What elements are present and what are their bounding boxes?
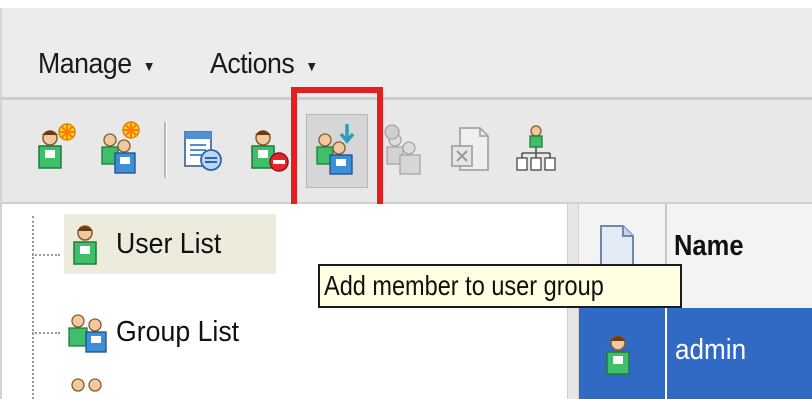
group-icon [68, 314, 107, 353]
menu-manage[interactable]: Manage ▼ [38, 44, 155, 84]
tree-item-label: User List [116, 227, 222, 260]
menu-actions[interactable]: Actions ▼ [210, 44, 318, 84]
hierarchy-icon [516, 125, 556, 171]
properties-button[interactable] [180, 118, 224, 178]
toolbar-separator [164, 122, 167, 178]
menu-manage-label: Manage [38, 47, 132, 80]
add-group-button[interactable] [99, 118, 143, 178]
cell-name: admin [675, 334, 747, 366]
hierarchy-button[interactable] [514, 118, 558, 178]
tooltip: Add member to user group [318, 264, 682, 308]
tree-item-user-list[interactable]: User List [64, 214, 276, 274]
delete-user-button[interactable] [248, 118, 292, 178]
remove-member-button[interactable] [382, 118, 426, 178]
group-add-icon [101, 121, 140, 174]
tree-connector [32, 254, 60, 256]
highlight-box [291, 87, 383, 210]
tree-connector [32, 332, 60, 334]
top-strip [0, 0, 812, 8]
column-separator [665, 308, 667, 399]
export-document-icon [451, 127, 489, 171]
chevron-down-icon: ▼ [305, 58, 318, 74]
chevron-down-icon: ▼ [142, 58, 156, 74]
menu-bar: Manage ▼ Actions ▼ [0, 8, 812, 100]
tree-connector [32, 216, 34, 399]
column-header-name[interactable]: Name [674, 230, 744, 263]
properties-icon [184, 131, 222, 171]
tree-item-label: Group List [116, 315, 240, 348]
remove-member-icon [384, 124, 421, 175]
add-user-button[interactable] [34, 118, 78, 178]
tree-item-partial[interactable] [64, 374, 124, 399]
toolbar [0, 100, 812, 204]
group-icon [71, 378, 102, 392]
tree-item-group-list[interactable]: Group List [64, 302, 364, 362]
export-button[interactable] [448, 118, 492, 178]
menu-actions-label: Actions [210, 47, 295, 80]
tooltip-text: Add member to user group [324, 270, 604, 301]
user-icon [606, 335, 630, 375]
user-delete-icon [251, 130, 289, 172]
user-add-icon [38, 123, 76, 169]
table-row[interactable]: admin [579, 308, 812, 399]
user-icon [73, 225, 97, 265]
